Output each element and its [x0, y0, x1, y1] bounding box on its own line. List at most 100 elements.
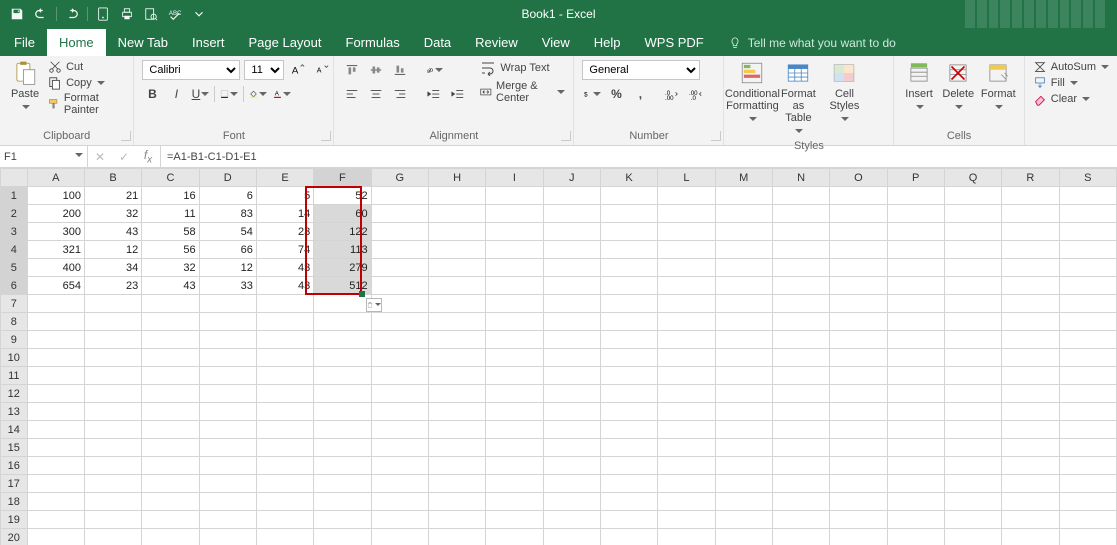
- row-header-6[interactable]: 6: [1, 277, 28, 295]
- cell-L15[interactable]: [658, 439, 715, 457]
- percent-format-icon[interactable]: %: [606, 84, 626, 104]
- customize-qat-icon[interactable]: [188, 3, 210, 25]
- cell-Q12[interactable]: [944, 385, 1001, 403]
- cell-F12[interactable]: [314, 385, 371, 403]
- cell-S9[interactable]: [1059, 331, 1116, 349]
- cell-S4[interactable]: [1059, 241, 1116, 259]
- border-button[interactable]: [219, 84, 239, 104]
- cell-G19[interactable]: [371, 511, 428, 529]
- cell-C10[interactable]: [142, 349, 199, 367]
- cell-M3[interactable]: [715, 223, 772, 241]
- cell-L17[interactable]: [658, 475, 715, 493]
- autosum-button[interactable]: AutoSum: [1033, 60, 1109, 74]
- cell-Q8[interactable]: [944, 313, 1001, 331]
- cell-D16[interactable]: [199, 457, 256, 475]
- row-header-10[interactable]: 10: [1, 349, 28, 367]
- cell-A4[interactable]: 321: [27, 241, 84, 259]
- cell-S3[interactable]: [1059, 223, 1116, 241]
- conditional-formatting-button[interactable]: Conditional Formatting: [732, 60, 772, 126]
- cell-K18[interactable]: [600, 493, 657, 511]
- cell-E13[interactable]: [256, 403, 313, 421]
- cell-G9[interactable]: [371, 331, 428, 349]
- cell-C11[interactable]: [142, 367, 199, 385]
- cell-M14[interactable]: [715, 421, 772, 439]
- cell-O10[interactable]: [830, 349, 887, 367]
- cell-H14[interactable]: [428, 421, 485, 439]
- cell-S15[interactable]: [1059, 439, 1116, 457]
- cell-M8[interactable]: [715, 313, 772, 331]
- col-header-A[interactable]: A: [27, 169, 84, 187]
- cell-K19[interactable]: [600, 511, 657, 529]
- col-header-N[interactable]: N: [772, 169, 829, 187]
- cell-R15[interactable]: [1002, 439, 1059, 457]
- cell-I18[interactable]: [486, 493, 543, 511]
- cell-J7[interactable]: [543, 295, 600, 313]
- cell-E8[interactable]: [256, 313, 313, 331]
- row-header-20[interactable]: 20: [1, 529, 28, 545]
- cell-H1[interactable]: [428, 187, 485, 205]
- cancel-formula-icon[interactable]: ✕: [88, 146, 112, 167]
- cell-D11[interactable]: [199, 367, 256, 385]
- cell-A16[interactable]: [27, 457, 84, 475]
- font-dialog-launcher[interactable]: [321, 131, 331, 141]
- cell-H9[interactable]: [428, 331, 485, 349]
- cell-P14[interactable]: [887, 421, 944, 439]
- cell-A11[interactable]: [27, 367, 84, 385]
- cell-F4[interactable]: 113: [314, 241, 371, 259]
- cell-I17[interactable]: [486, 475, 543, 493]
- cell-H3[interactable]: [428, 223, 485, 241]
- cell-H12[interactable]: [428, 385, 485, 403]
- cell-A2[interactable]: 200: [27, 205, 84, 223]
- cell-E12[interactable]: [256, 385, 313, 403]
- cell-M5[interactable]: [715, 259, 772, 277]
- cell-B13[interactable]: [84, 403, 141, 421]
- cell-J17[interactable]: [543, 475, 600, 493]
- cell-D6[interactable]: 33: [199, 277, 256, 295]
- save-icon[interactable]: [6, 3, 28, 25]
- quick-print-icon[interactable]: [116, 3, 138, 25]
- cell-E17[interactable]: [256, 475, 313, 493]
- copy-button[interactable]: Copy: [48, 76, 125, 90]
- cell-G10[interactable]: [371, 349, 428, 367]
- cell-R18[interactable]: [1002, 493, 1059, 511]
- cell-A9[interactable]: [27, 331, 84, 349]
- cell-P7[interactable]: [887, 295, 944, 313]
- cell-I19[interactable]: [486, 511, 543, 529]
- cell-B15[interactable]: [84, 439, 141, 457]
- cell-N19[interactable]: [772, 511, 829, 529]
- cell-N4[interactable]: [772, 241, 829, 259]
- cell-R12[interactable]: [1002, 385, 1059, 403]
- cell-S13[interactable]: [1059, 403, 1116, 421]
- cell-L14[interactable]: [658, 421, 715, 439]
- cell-K6[interactable]: [600, 277, 657, 295]
- cell-O4[interactable]: [830, 241, 887, 259]
- cell-P19[interactable]: [887, 511, 944, 529]
- decrease-font-icon[interactable]: A: [312, 60, 332, 80]
- cell-B11[interactable]: [84, 367, 141, 385]
- cell-Q11[interactable]: [944, 367, 1001, 385]
- cell-R6[interactable]: [1002, 277, 1059, 295]
- underline-button[interactable]: U: [190, 84, 210, 104]
- cell-J2[interactable]: [543, 205, 600, 223]
- cell-B12[interactable]: [84, 385, 141, 403]
- cell-Q3[interactable]: [944, 223, 1001, 241]
- col-header-H[interactable]: H: [428, 169, 485, 187]
- cell-S16[interactable]: [1059, 457, 1116, 475]
- cell-Q19[interactable]: [944, 511, 1001, 529]
- cell-S20[interactable]: [1059, 529, 1116, 545]
- cell-F1[interactable]: 52: [314, 187, 371, 205]
- tab-home[interactable]: Home: [47, 29, 106, 56]
- cell-P18[interactable]: [887, 493, 944, 511]
- cell-I16[interactable]: [486, 457, 543, 475]
- cell-O17[interactable]: [830, 475, 887, 493]
- cell-S6[interactable]: [1059, 277, 1116, 295]
- cell-N18[interactable]: [772, 493, 829, 511]
- cell-B4[interactable]: 12: [84, 241, 141, 259]
- cell-J19[interactable]: [543, 511, 600, 529]
- cell-Q13[interactable]: [944, 403, 1001, 421]
- cell-P15[interactable]: [887, 439, 944, 457]
- cell-E10[interactable]: [256, 349, 313, 367]
- cell-F18[interactable]: [314, 493, 371, 511]
- col-header-G[interactable]: G: [371, 169, 428, 187]
- cell-M4[interactable]: [715, 241, 772, 259]
